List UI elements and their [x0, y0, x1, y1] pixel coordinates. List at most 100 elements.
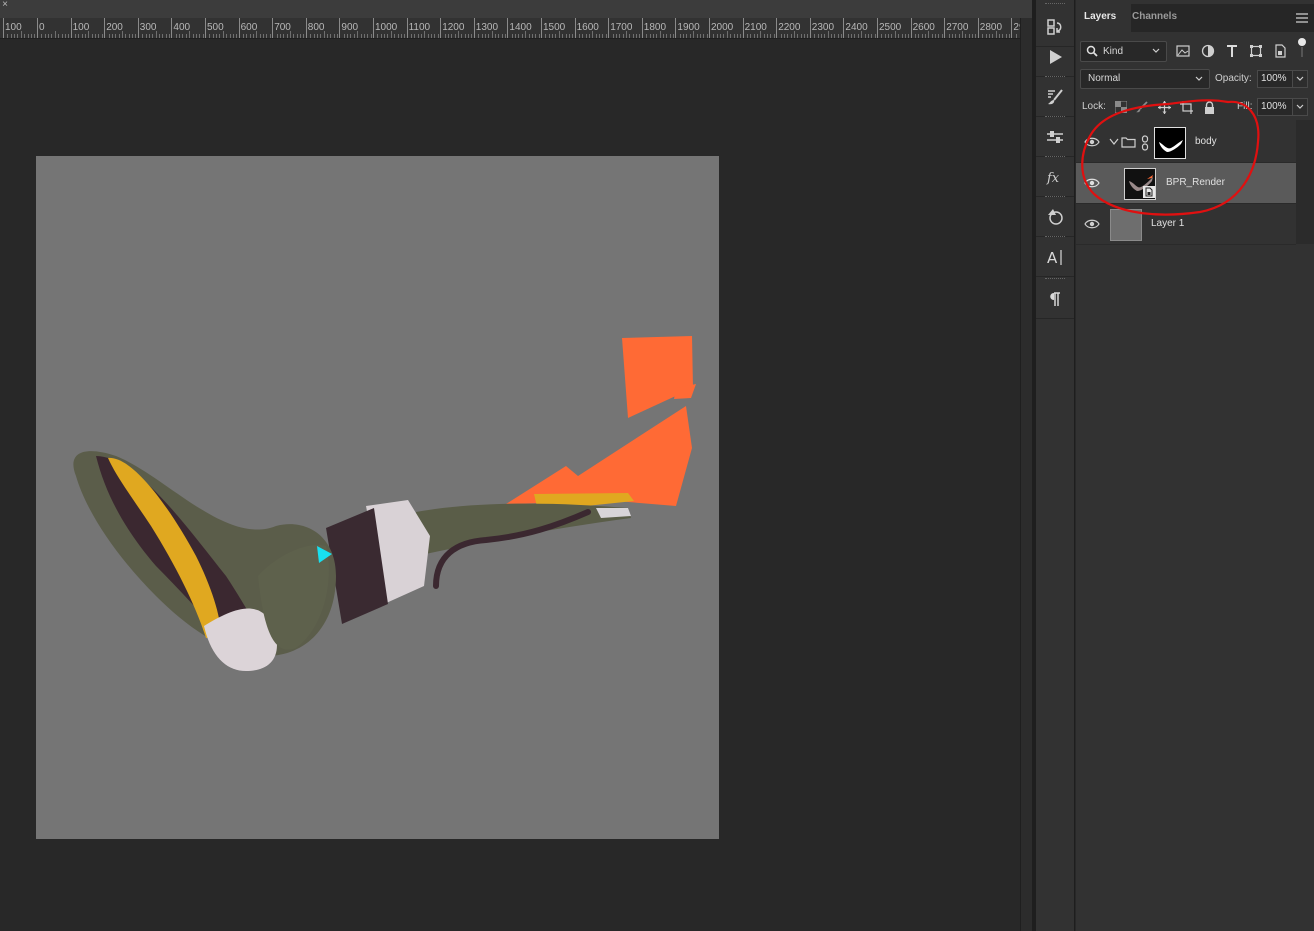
- ruler-minor-tick: [410, 34, 412, 38]
- tab-layers[interactable]: Layers: [1076, 4, 1131, 32]
- ruler-minor-tick: [753, 34, 755, 38]
- layer-row-layer-1[interactable]: Layer 1: [1076, 204, 1296, 245]
- opacity-dropdown[interactable]: [1292, 70, 1308, 88]
- ruler-minor-tick: [1015, 34, 1017, 38]
- ruler-major-tick: [977, 18, 979, 38]
- ruler-minor-tick: [347, 34, 349, 38]
- ruler-label: 2500: [879, 22, 902, 33]
- ruler-minor-tick: [108, 34, 110, 38]
- layers-list: body BPR_Render Layer 1: [1076, 120, 1296, 245]
- ruler-label: 100: [5, 22, 22, 33]
- visibility-eye-icon[interactable]: [1084, 135, 1100, 149]
- fx-styles-icon[interactable]: fx: [1036, 158, 1074, 197]
- layer-thumbnail[interactable]: [1110, 209, 1142, 241]
- ruler-minor-tick: [723, 34, 725, 38]
- ruler-minor-tick: [666, 34, 668, 38]
- lock-transparent-pixels-icon[interactable]: [1114, 100, 1128, 114]
- ruler-minor-tick: [693, 31, 695, 38]
- lock-artboard-icon[interactable]: [1179, 100, 1193, 114]
- ruler-minor-tick: [78, 34, 80, 38]
- pixel-filter-icon[interactable]: [1175, 43, 1191, 59]
- layer-name[interactable]: Layer 1: [1151, 218, 1184, 229]
- ruler-minor-tick: [615, 34, 617, 38]
- ruler-minor-tick: [773, 34, 775, 38]
- ruler-major-tick: [944, 18, 946, 38]
- play-action-icon[interactable]: [1036, 38, 1074, 77]
- ruler-minor-tick: [48, 34, 50, 38]
- ruler-major-tick: [574, 18, 576, 38]
- panel-icon-dock: fx A: [1036, 0, 1075, 931]
- ruler-minor-tick: [891, 34, 893, 38]
- ruler-minor-tick: [74, 34, 76, 38]
- lock-position-icon[interactable]: [1157, 100, 1171, 114]
- layer-name[interactable]: body: [1195, 136, 1217, 147]
- ruler-minor-tick: [904, 34, 906, 38]
- ruler-minor-tick: [914, 34, 916, 38]
- fill-input[interactable]: 100%: [1257, 98, 1294, 116]
- ruler-minor-tick: [807, 34, 809, 38]
- ruler-major-tick: [608, 18, 610, 38]
- ruler-minor-tick: [64, 34, 66, 38]
- ruler-major-tick: [272, 18, 274, 38]
- ruler-label: 2600: [912, 22, 935, 33]
- layer-mask-thumbnail[interactable]: [1154, 127, 1186, 159]
- close-icon[interactable]: ×: [0, 0, 10, 12]
- brush-settings-icon[interactable]: [1036, 78, 1074, 117]
- ruler-major-tick: [541, 18, 542, 38]
- ruler-minor-tick: [481, 34, 483, 38]
- ruler-minor-tick: [30, 34, 32, 38]
- ruler-minor-tick: [998, 34, 1000, 38]
- paragraph-icon[interactable]: [1036, 280, 1074, 319]
- ruler-major-tick: [843, 18, 845, 38]
- ruler-major-tick: [339, 18, 341, 38]
- ruler-minor-tick: [632, 34, 634, 38]
- layer-thumbnail[interactable]: [1124, 168, 1156, 200]
- ruler-label: 1800: [643, 22, 667, 33]
- smart-object-filter-icon[interactable]: [1272, 43, 1288, 59]
- adjustments-icon[interactable]: [1036, 118, 1074, 157]
- ruler-minor-tick: [246, 34, 248, 38]
- ruler-minor-tick: [111, 34, 113, 38]
- ruler-minor-tick: [142, 34, 144, 38]
- filter-toggle-icon[interactable]: [1294, 38, 1310, 57]
- lock-image-pixels-icon[interactable]: [1135, 100, 1149, 114]
- ruler-minor-tick: [256, 31, 258, 38]
- ruler-minor-tick: [851, 34, 853, 38]
- ruler-label: 1400: [509, 22, 532, 33]
- opacity-input[interactable]: 100%: [1257, 70, 1294, 88]
- panel-menu-icon[interactable]: [1296, 13, 1308, 23]
- lock-all-icon[interactable]: [1202, 100, 1216, 114]
- adjustment-filter-icon[interactable]: [1200, 43, 1216, 59]
- ruler-minor-tick: [592, 31, 594, 38]
- ruler-label: 2400: [845, 22, 868, 33]
- ruler-minor-tick: [471, 34, 473, 38]
- visibility-eye-icon[interactable]: [1084, 217, 1100, 231]
- ruler-minor-tick: [212, 34, 214, 38]
- layer-row-body-group[interactable]: body: [1076, 122, 1296, 163]
- dock-grip[interactable]: [1045, 3, 1065, 6]
- mask-link-icon[interactable]: [1141, 135, 1149, 151]
- ruler-minor-tick: [834, 34, 836, 38]
- ruler-minor-tick: [397, 34, 399, 38]
- chevron-down-icon[interactable]: [1109, 138, 1119, 146]
- ruler-minor-tick: [827, 31, 829, 38]
- ruler-minor-tick: [830, 34, 832, 38]
- ruler-minor-tick: [44, 34, 46, 38]
- character-icon[interactable]: A: [1036, 238, 1074, 277]
- type-filter-icon[interactable]: [1224, 43, 1240, 59]
- layer-filter-kind-select[interactable]: Kind: [1080, 41, 1167, 62]
- fill-dropdown[interactable]: [1292, 98, 1308, 116]
- ruler-minor-tick: [293, 34, 295, 38]
- shape-filter-icon[interactable]: [1248, 43, 1264, 59]
- ruler-minor-tick: [558, 31, 560, 38]
- layer-name[interactable]: BPR_Render: [1166, 177, 1225, 188]
- ruler-minor-tick: [447, 34, 449, 38]
- blend-mode-select[interactable]: Normal: [1080, 69, 1210, 89]
- svg-text:fx: fx: [1046, 171, 1060, 186]
- layers-scrollbar[interactable]: [1296, 120, 1314, 244]
- tab-channels[interactable]: Channels: [1124, 4, 1185, 32]
- ruler-minor-tick: [716, 34, 718, 38]
- shapes-icon[interactable]: [1036, 198, 1074, 237]
- layer-row-bpr-render[interactable]: BPR_Render: [1076, 163, 1296, 204]
- visibility-eye-icon[interactable]: [1084, 176, 1100, 190]
